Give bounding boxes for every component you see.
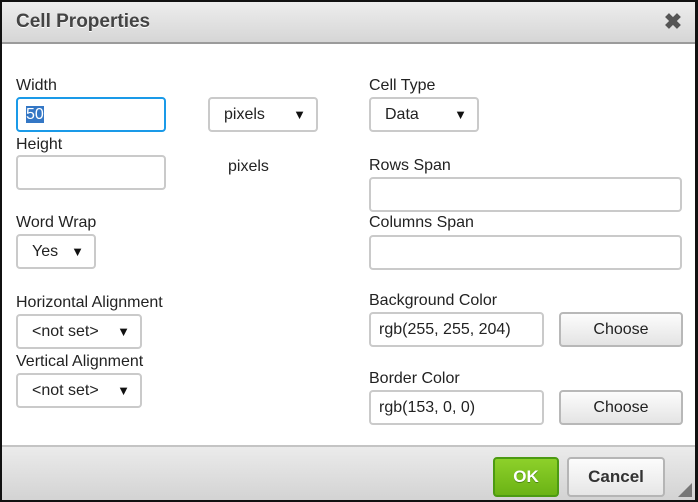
word-wrap-select[interactable]: Yes ▼ (16, 234, 96, 269)
word-wrap-label: Word Wrap (16, 214, 97, 231)
border-color-label: Border Color (369, 370, 460, 387)
background-color-choose-button[interactable]: Choose (559, 312, 683, 347)
width-label: Width (16, 77, 57, 94)
cancel-button[interactable]: Cancel (567, 457, 665, 497)
chevron-down-icon: ▼ (293, 107, 306, 122)
horizontal-alignment-label: Horizontal Alignment (16, 294, 163, 311)
word-wrap-value: Yes (32, 243, 59, 260)
background-color-input[interactable]: rgb(255, 255, 204) (369, 312, 544, 347)
ok-button[interactable]: OK (493, 457, 559, 497)
cell-type-select[interactable]: Data ▼ (369, 97, 479, 132)
width-value: 50 (26, 106, 44, 123)
vertical-alignment-label: Vertical Alignment (16, 353, 144, 370)
height-label: Height (16, 136, 63, 153)
width-unit-value: pixels (224, 106, 265, 123)
height-input[interactable] (16, 155, 166, 190)
dialog-footer: OK Cancel (2, 445, 695, 500)
chevron-down-icon: ▼ (71, 244, 84, 259)
width-input[interactable]: 50 (16, 97, 166, 132)
cell-type-value: Data (385, 106, 419, 123)
width-unit-select[interactable]: pixels ▼ (208, 97, 318, 132)
close-icon[interactable]: ✖ (661, 10, 685, 34)
rows-span-label: Rows Span (369, 157, 451, 174)
chevron-down-icon: ▼ (117, 383, 130, 398)
background-color-label: Background Color (369, 292, 498, 309)
cell-properties-dialog: Cell Properties ✖ Width 50 pixels ▼ Heig… (0, 0, 698, 502)
chevron-down-icon: ▼ (454, 107, 467, 122)
columns-span-input[interactable] (369, 235, 682, 270)
chevron-down-icon: ▼ (117, 324, 130, 339)
border-color-input[interactable]: rgb(153, 0, 0) (369, 390, 544, 425)
vertical-alignment-select[interactable]: <not set> ▼ (16, 373, 142, 408)
rows-span-input[interactable] (369, 177, 682, 212)
vertical-alignment-value: <not set> (32, 382, 99, 399)
border-color-choose-button[interactable]: Choose (559, 390, 683, 425)
resize-handle-icon[interactable] (678, 483, 692, 497)
dialog-titlebar[interactable]: Cell Properties ✖ (2, 2, 695, 44)
dialog-title: Cell Properties (16, 11, 151, 32)
height-unit-text: pixels (228, 158, 269, 175)
horizontal-alignment-value: <not set> (32, 323, 99, 340)
cell-type-label: Cell Type (369, 77, 436, 94)
columns-span-label: Columns Span (369, 214, 474, 231)
horizontal-alignment-select[interactable]: <not set> ▼ (16, 314, 142, 349)
